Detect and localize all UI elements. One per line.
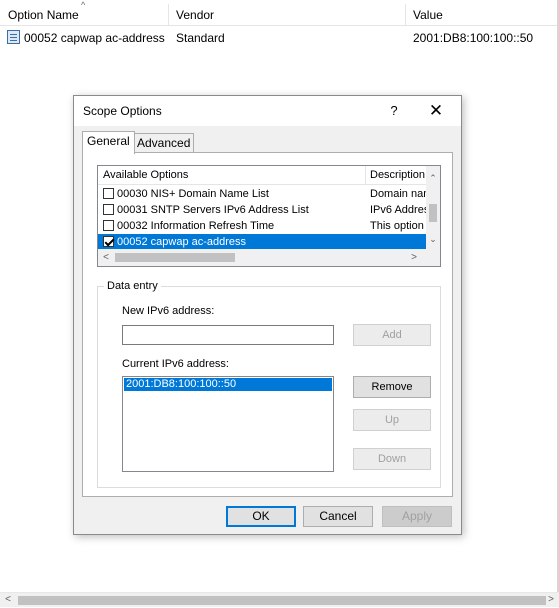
vendor-cell: Standard xyxy=(176,31,225,45)
sort-ascending-icon: ^ xyxy=(81,0,86,10)
scrollbar-thumb[interactable] xyxy=(429,204,437,222)
list-item[interactable]: 00032 Information Refresh Time This opti… xyxy=(98,218,426,234)
current-address-label: Current IPv6 address: xyxy=(122,358,229,370)
list-item[interactable]: 00031 SNTP Servers IPv6 Address List IPv… xyxy=(98,202,426,218)
option-checkbox[interactable] xyxy=(103,220,114,231)
horizontal-scrollbar[interactable]: < > xyxy=(0,592,559,607)
column-header-description[interactable]: Description xyxy=(365,166,427,185)
list-item-selected[interactable]: 00052 capwap ac-address xyxy=(98,234,426,249)
ok-button[interactable]: OK xyxy=(226,506,296,527)
list-item-selected[interactable]: 2001:DB8:100:100::50 xyxy=(124,378,332,391)
scroll-right-icon[interactable]: > xyxy=(543,593,559,608)
data-entry-group: Data entry New IPv6 address: Add Current… xyxy=(97,279,441,488)
new-address-label: New IPv6 address: xyxy=(122,305,215,317)
scroll-right-icon[interactable]: > xyxy=(406,249,422,266)
scrollbar-thumb[interactable] xyxy=(115,253,235,262)
scrollbar-thumb[interactable] xyxy=(18,596,546,605)
data-entry-legend: Data entry xyxy=(104,279,161,293)
remove-button[interactable]: Remove xyxy=(353,376,431,398)
option-name-cell: 00052 capwap ac-address xyxy=(24,31,165,45)
column-header-value[interactable]: Value xyxy=(405,0,443,26)
chevron-down-icon[interactable]: ⌄ xyxy=(426,232,440,246)
options-list-header: Available Options Description xyxy=(98,166,440,185)
option-label: 00032 Information Refresh Time xyxy=(117,220,275,232)
options-horizontal-scrollbar[interactable]: < > xyxy=(98,249,426,266)
options-vertical-scrollbar[interactable]: ⌃ ⌄ xyxy=(426,166,440,249)
option-description: This option xyxy=(370,220,424,232)
help-icon[interactable]: ? xyxy=(384,96,404,126)
column-header-option-name[interactable]: Option Name xyxy=(0,0,79,26)
option-label: 00031 SNTP Servers IPv6 Address List xyxy=(117,204,309,216)
cancel-button[interactable]: Cancel xyxy=(303,506,373,527)
close-icon[interactable]: ✕ xyxy=(424,96,448,126)
scroll-left-icon[interactable]: < xyxy=(98,249,114,266)
tab-advanced[interactable]: Advanced xyxy=(132,133,194,153)
table-row[interactable]: 00052 capwap ac-address Standard 2001:DB… xyxy=(0,28,559,48)
column-header-vendor[interactable]: Vendor xyxy=(168,0,214,26)
option-label: 00052 capwap ac-address xyxy=(117,236,247,248)
up-button[interactable]: Up xyxy=(353,409,431,431)
apply-button[interactable]: Apply xyxy=(382,506,452,527)
option-label: 00030 NIS+ Domain Name List xyxy=(117,188,269,200)
new-ipv6-address-input[interactable] xyxy=(122,325,334,345)
current-ipv6-address-list[interactable]: 2001:DB8:100:100::50 xyxy=(122,376,334,472)
available-options-list[interactable]: Available Options Description 00030 NIS+… xyxy=(97,165,441,267)
list-view-header: ^ Option Name Vendor Value xyxy=(0,0,559,26)
dialog-title: Scope Options xyxy=(83,104,162,118)
option-checkbox[interactable] xyxy=(103,188,114,199)
option-description: IPv6 Addres xyxy=(370,204,426,216)
option-checkbox-checked[interactable] xyxy=(103,236,114,247)
scroll-left-icon[interactable]: < xyxy=(0,593,16,608)
down-button[interactable]: Down xyxy=(353,448,431,470)
add-button[interactable]: Add xyxy=(353,324,431,346)
option-checkbox[interactable] xyxy=(103,204,114,215)
chevron-up-icon[interactable]: ⌃ xyxy=(426,171,440,185)
option-description: Domain nam xyxy=(370,188,426,200)
value-cell: 2001:DB8:100:100::50 xyxy=(413,31,534,45)
dialog-titlebar[interactable]: Scope Options ? ✕ xyxy=(74,96,461,126)
tab-general[interactable]: General xyxy=(82,131,135,154)
general-tab-panel: Available Options Description 00030 NIS+… xyxy=(82,152,453,497)
list-item[interactable]: 00030 NIS+ Domain Name List Domain nam xyxy=(98,186,426,202)
column-header-available-options[interactable]: Available Options xyxy=(98,166,188,185)
scope-options-dialog: Scope Options ? ✕ General Advanced Avail… xyxy=(73,95,462,535)
scrollbar-corner xyxy=(426,249,440,266)
